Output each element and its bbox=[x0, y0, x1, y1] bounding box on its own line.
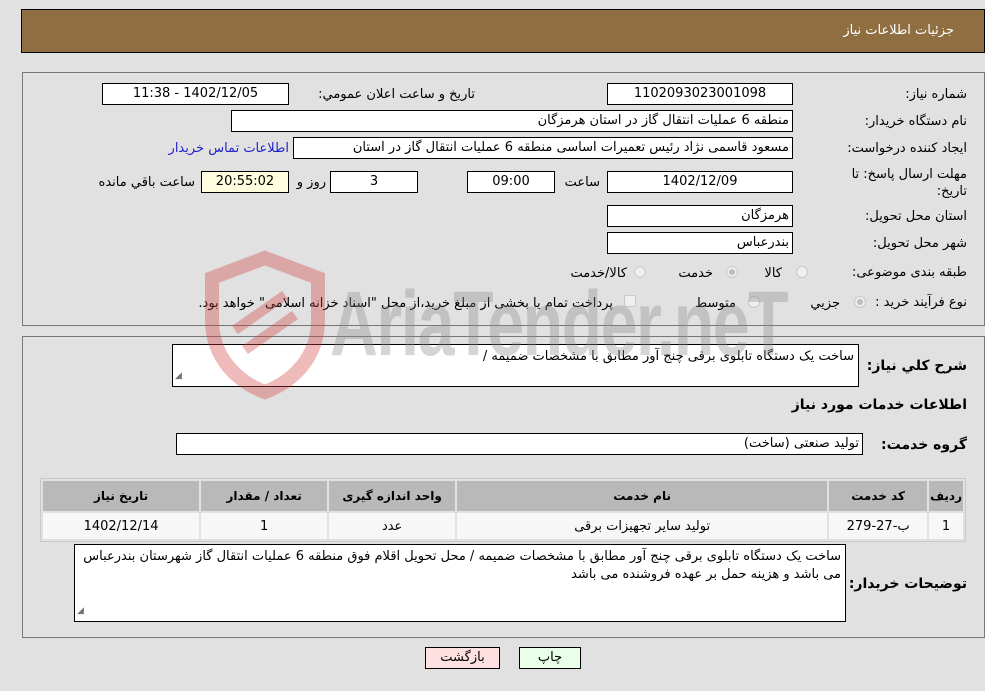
need-number-label: شماره نياز: bbox=[905, 87, 967, 102]
purchase-type-option-minor: جزيي bbox=[810, 296, 840, 311]
service-group-label: گروه خدمت: bbox=[881, 437, 967, 453]
days-label: روز و bbox=[296, 175, 326, 190]
announce-datetime-label: تاريخ و ساعت اعلان عمومي: bbox=[318, 87, 475, 102]
category-radio-goods[interactable] bbox=[796, 266, 808, 278]
announce-datetime-field[interactable]: 1402/12/05 - 11:38 bbox=[102, 83, 289, 105]
service-group-field[interactable]: توليد صنعتی (ساخت) bbox=[176, 433, 863, 455]
creator-field[interactable]: مسعود قاسمی نژاد رئیس تعمیرات اساسی منطق… bbox=[293, 137, 793, 159]
table-row: 1 ب-27-279 توليد ساير تجهيزات برقی عدد 1… bbox=[43, 513, 963, 539]
purchase-type-label: نوع فرآيند خريد : bbox=[875, 295, 967, 310]
category-option-goods-service: كالا/خدمت bbox=[570, 266, 627, 281]
days-remaining-field: 3 bbox=[330, 171, 418, 193]
buyer-notes-textarea[interactable]: ساخت یک دستگاه تابلوی برقی چنج آور مطابق… bbox=[74, 544, 846, 622]
cell-need-date: 1402/12/14 bbox=[43, 513, 200, 539]
delivery-city-field[interactable]: بندرعباس bbox=[607, 232, 793, 254]
treasury-bonds-checkbox[interactable] bbox=[624, 295, 636, 307]
time-remaining-field: 20:55:02 bbox=[201, 171, 289, 193]
cell-unit: عدد bbox=[329, 513, 456, 539]
col-unit: واحد اندازه گيری bbox=[329, 481, 456, 511]
creator-label: ايجاد كننده درخواست: bbox=[847, 141, 967, 156]
purchase-type-radio-medium[interactable] bbox=[748, 296, 760, 308]
deadline-date-field[interactable]: 1402/12/09 bbox=[607, 171, 793, 193]
delivery-city-label: شهر محل تحويل: bbox=[872, 236, 967, 251]
col-row-number: رديف bbox=[929, 481, 963, 511]
cell-quantity: 1 bbox=[201, 513, 328, 539]
services-table-header: رديف كد خدمت نام خدمت واحد اندازه گيری ت… bbox=[43, 481, 963, 511]
deadline-label: مهلت ارسال پاسخ: تا تاريخ: bbox=[851, 167, 967, 199]
delivery-province-label: استان محل تحويل: bbox=[865, 209, 967, 224]
services-table: رديف كد خدمت نام خدمت واحد اندازه گيری ت… bbox=[40, 478, 966, 542]
summary-text: ساخت یک دستگاه تابلوی برقی چنج آور مطابق… bbox=[482, 349, 854, 364]
col-service-name: نام خدمت bbox=[457, 481, 828, 511]
col-need-date: تاريخ نياز bbox=[43, 481, 200, 511]
buyer-contact-link[interactable]: اطلاعات تماس خريدار bbox=[169, 141, 289, 156]
deadline-time-label: ساعت bbox=[564, 175, 600, 190]
buyer-notes-label: توضيحات خريدار: bbox=[848, 576, 967, 592]
time-remaining-label: ساعت باقي مانده bbox=[98, 175, 195, 190]
purchase-type-radio-minor[interactable] bbox=[854, 296, 866, 308]
category-option-service: خدمت bbox=[678, 266, 713, 281]
buyer-org-label: نام دستگاه خريدار: bbox=[864, 114, 967, 129]
treasury-bonds-note: پرداخت تمام يا بخشی از مبلغ خريد،از محل … bbox=[198, 296, 613, 311]
category-label: طبقه بندی موضوعی: bbox=[851, 265, 967, 280]
cell-service-name: توليد ساير تجهيزات برقی bbox=[457, 513, 828, 539]
delivery-province-field[interactable]: هرمزگان bbox=[607, 205, 793, 227]
print-button[interactable]: چاپ bbox=[519, 647, 581, 669]
back-button[interactable]: بازگشت bbox=[425, 647, 500, 669]
resize-grip-icon[interactable]: ◢ bbox=[175, 367, 182, 385]
deadline-time-field[interactable]: 09:00 bbox=[467, 171, 555, 193]
category-radio-goods-service[interactable] bbox=[634, 266, 646, 278]
purchase-type-option-medium: متوسط bbox=[695, 296, 736, 311]
cell-service-code: ب-27-279 bbox=[829, 513, 928, 539]
resize-grip-icon[interactable]: ◢ bbox=[77, 602, 84, 620]
summary-label: شرح كلي نياز: bbox=[866, 358, 967, 374]
need-number-field[interactable]: 1102093023001098 bbox=[607, 83, 793, 105]
col-quantity: تعداد / مقدار bbox=[201, 481, 328, 511]
col-service-code: كد خدمت bbox=[829, 481, 928, 511]
category-option-goods: كالا bbox=[764, 266, 782, 281]
page-header: جزئيات اطلاعات نياز bbox=[21, 9, 985, 53]
buyer-notes-text: ساخت یک دستگاه تابلوی برقی چنج آور مطابق… bbox=[83, 549, 841, 582]
summary-textarea[interactable]: ساخت یک دستگاه تابلوی برقی چنج آور مطابق… bbox=[172, 344, 859, 387]
services-section-title: اطلاعات خدمات مورد نياز bbox=[791, 397, 967, 413]
category-radio-service[interactable] bbox=[726, 266, 738, 278]
buyer-org-field[interactable]: منطقه 6 عمليات انتقال گاز در استان هرمزگ… bbox=[231, 110, 793, 132]
cell-row-number: 1 bbox=[929, 513, 963, 539]
page-title: جزئيات اطلاعات نياز bbox=[843, 23, 954, 38]
